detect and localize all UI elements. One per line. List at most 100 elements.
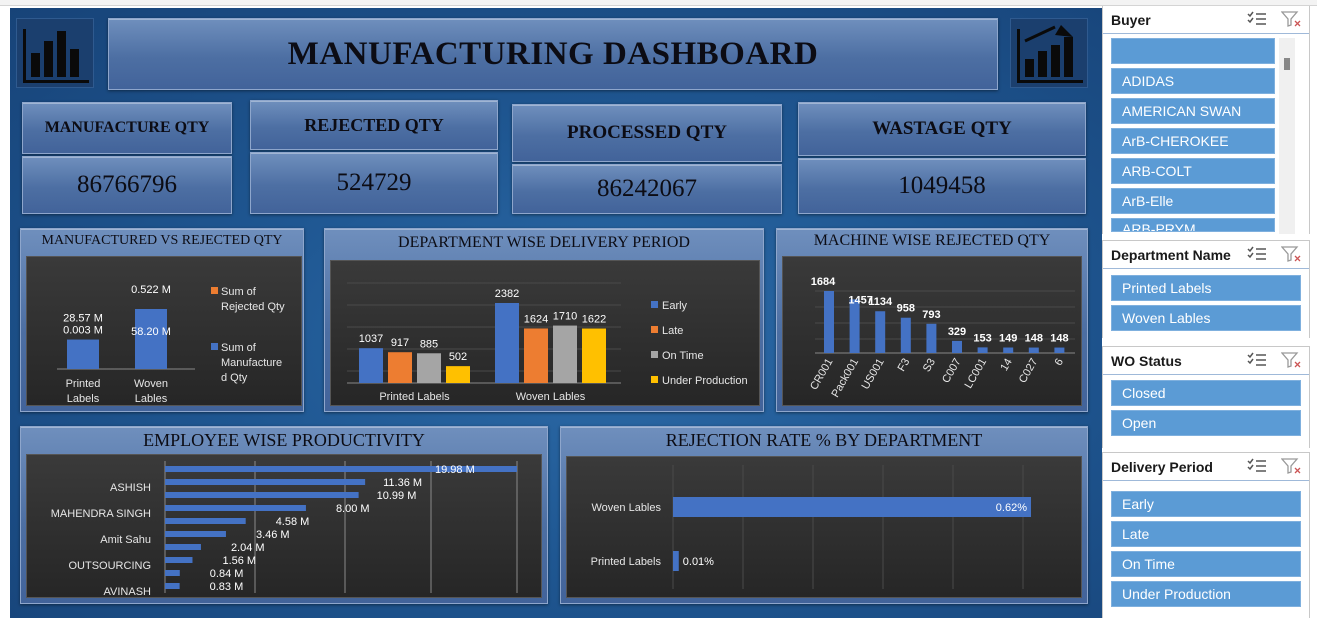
kpi-manufacture-value: 86766796 (22, 156, 232, 214)
dept-bar (446, 366, 470, 383)
clear-filter-icon[interactable] (1280, 246, 1301, 265)
slicer-department-item[interactable]: Woven Lables (1111, 305, 1301, 331)
slicer-delivery-item[interactable]: Under Production (1111, 581, 1301, 607)
dept-legend-label: Late (662, 325, 683, 337)
machine-title: MACHINE WISE REJECTED QTY (813, 232, 1051, 249)
machine-category-label: US001 (860, 357, 887, 392)
kpi-processed-value: 86242067 (512, 164, 782, 214)
dept-chart-svg: 1037 917 885 502 Printed Labels 2382 1624 1710 1… (347, 282, 748, 403)
clear-filter-icon[interactable] (1280, 458, 1301, 477)
machine-data-label: 1134 (868, 296, 893, 308)
kpi-wastage-label: WASTAGE QTY (798, 102, 1086, 156)
mvr-category-label: Printed (66, 378, 101, 390)
slicer-delivery-title: Delivery Period (1111, 458, 1213, 475)
employee-data-label: 10.99 M (377, 490, 417, 502)
rejection-chart: 0.62% Woven Lables 0.01% Printed Labels (566, 456, 1082, 598)
dept-data-label: 917 (391, 337, 409, 349)
employee-bar (165, 544, 201, 550)
slicer-wo-status-item[interactable]: Open (1111, 410, 1301, 436)
employee-data-label: 2.04 M (231, 542, 265, 554)
machine-bar (1028, 347, 1039, 353)
employee-data-label: 19.98 M (435, 464, 475, 476)
slicer-department: Department Name Printed Labels Woven Lab… (1102, 240, 1310, 338)
kpi-manufacture-label: MANUFACTURE QTY (22, 102, 232, 154)
dept-bar (417, 353, 441, 383)
machine-bar (849, 299, 860, 353)
scrollbar-thumb[interactable] (1284, 58, 1290, 70)
clear-filter-icon[interactable] (1280, 11, 1301, 30)
slicer-buyer-item[interactable]: ARB-PRYM (1111, 218, 1275, 232)
multi-select-icon[interactable] (1247, 458, 1267, 477)
slicer-buyer-item[interactable]: ARB-COLT (1111, 158, 1275, 184)
employee-data-label: 1.56 M (222, 555, 256, 567)
mvr-bar-manufactured (135, 309, 167, 369)
mvr-label-rejected: 0.522 M (131, 284, 171, 296)
employee-data-label: 4.58 M (276, 516, 310, 528)
mvr-label-manufactured: 28.57 M (63, 313, 103, 325)
dept-data-label: 1037 (359, 333, 383, 345)
multi-select-icon[interactable] (1247, 11, 1267, 30)
dept-category-label: Woven Lables (516, 391, 586, 403)
machine-bar (1054, 347, 1065, 353)
kpi-processed-label: PROCESSED QTY (512, 104, 782, 162)
slicer-buyer: Buyer ADIDAS AMERICAN SWAN ArB-CHEROKEE … (1102, 6, 1310, 234)
dept-legend-label: Early (662, 300, 688, 312)
machine-category-label: CR001 (808, 357, 836, 393)
dept-legend-swatch (651, 326, 658, 333)
dept-chart: 1037 917 885 502 Printed Labels 2382 1624 1710 1… (330, 260, 760, 406)
machine-bar (900, 317, 911, 353)
mvr-legend-label: Manufacture (221, 357, 282, 369)
employee-bar (165, 570, 180, 576)
dept-bar (524, 328, 548, 383)
slicer-wo-status-item[interactable]: Closed (1111, 380, 1301, 406)
employee-bar (165, 479, 366, 485)
dept-data-label: 1710 (553, 311, 577, 323)
dept-bar (495, 303, 519, 383)
slicer-delivery: Delivery Period Early Late On Time Under… (1102, 452, 1310, 618)
employee-title: EMPLOYEE WISE PRODUCTIVITY (143, 429, 425, 450)
employee-name-label: AVINASH (104, 586, 152, 598)
machine-category-label: 6 (1053, 357, 1066, 368)
machine-category-label: LC001 (963, 357, 990, 391)
machine-category-label: C007 (940, 357, 964, 386)
machine-bar (952, 340, 962, 353)
machine-chart-svg: 1684CR0011457Pack0011134US001958F3793S33… (808, 276, 1075, 400)
dept-legend-label: Under Production (662, 375, 748, 387)
clear-filter-icon[interactable] (1280, 352, 1301, 371)
mvr-category-label: Labels (67, 393, 100, 405)
employee-bar (165, 531, 226, 537)
slicer-department-item[interactable]: Printed Labels (1111, 275, 1301, 301)
mvr-legend-label: Rejected Qty (221, 301, 285, 313)
slicer-buyer-item[interactable]: ArB-Elle (1111, 188, 1275, 214)
dept-bar (582, 328, 606, 383)
machine-bar (926, 323, 937, 353)
dept-data-label: 2382 (495, 288, 519, 300)
machine-bar (1003, 347, 1014, 353)
dept-legend-label: On Time (662, 350, 704, 362)
slicer-delivery-item[interactable]: Early (1111, 491, 1301, 517)
mvr-legend-label: d Qty (221, 372, 248, 384)
employee-data-label: 8.00 M (336, 503, 370, 515)
dept-data-label: 1622 (582, 314, 606, 326)
multi-select-icon[interactable] (1247, 246, 1267, 265)
slicer-buyer-item[interactable]: AMERICAN SWAN (1111, 98, 1275, 124)
machine-data-label: 1684 (811, 276, 836, 288)
dashboard-canvas: MANUFACTURING DASHBOARD MANUFACTURE QTY … (10, 8, 1102, 618)
employee-data-label: 0.83 M (210, 581, 244, 593)
slicer-buyer-item[interactable]: ADIDAS (1111, 68, 1275, 94)
slicer-delivery-item[interactable]: Late (1111, 521, 1301, 547)
dept-legend-swatch (651, 301, 658, 308)
kpi-wastage-value: 1049458 (798, 158, 1086, 214)
mvr-legend-label: Sum of (221, 286, 257, 298)
slicer-buyer-scrollbar[interactable] (1279, 38, 1295, 234)
employee-bar (165, 518, 246, 524)
slicer-buyer-item[interactable] (1111, 38, 1275, 64)
mvr-label-rejected: 0.003 M (63, 325, 103, 337)
slicer-delivery-item[interactable]: On Time (1111, 551, 1301, 577)
machine-bar (875, 311, 886, 353)
slicer-buyer-item[interactable]: ArB-CHEROKEE (1111, 128, 1275, 154)
machine-category-label: 14 (998, 357, 1015, 374)
slicer-department-title: Department Name (1111, 246, 1231, 263)
employee-data-label: 3.46 M (256, 529, 290, 541)
multi-select-icon[interactable] (1247, 352, 1267, 371)
